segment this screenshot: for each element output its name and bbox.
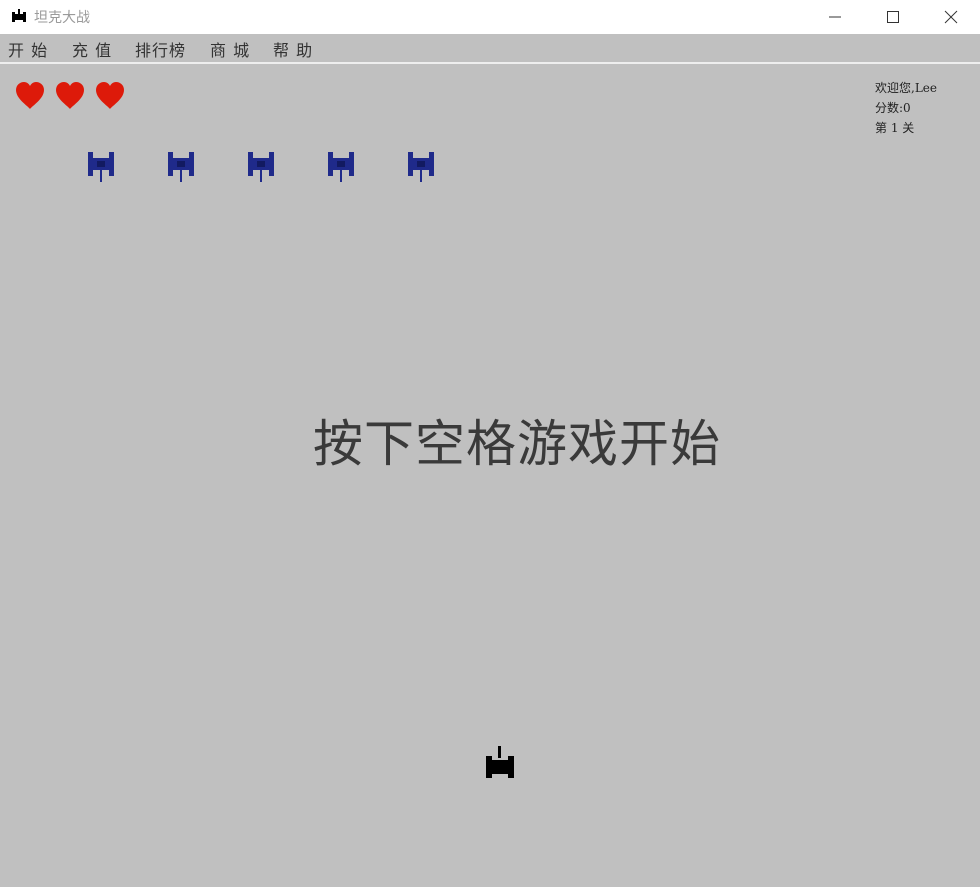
- minimize-button[interactable]: [806, 0, 864, 34]
- tank-icon: [12, 9, 26, 22]
- menu-leaderboard[interactable]: 排行榜: [135, 37, 186, 61]
- level-text: 第 1 关: [875, 121, 915, 135]
- enemy-tank-icon: [88, 152, 114, 182]
- title-bar: 坦克大战: [0, 0, 980, 34]
- heart-icon: [56, 82, 84, 109]
- score-text: 分数:0: [875, 101, 911, 115]
- heart-icon: [16, 82, 44, 109]
- welcome-text: 欢迎您,Lee: [875, 81, 937, 95]
- enemy-tank-icon: [328, 152, 354, 182]
- maximize-icon: [887, 11, 899, 23]
- menu-start[interactable]: 开 始: [8, 37, 48, 61]
- start-prompt: 按下空格游戏开始: [313, 415, 721, 473]
- close-icon: [944, 10, 958, 24]
- enemy-tank-icon: [408, 152, 434, 182]
- menu-help[interactable]: 帮 助: [273, 37, 313, 61]
- menu-store[interactable]: 商 城: [210, 37, 250, 61]
- enemy-tank-icon: [168, 152, 194, 182]
- minimize-icon: [829, 16, 841, 18]
- enemy-tank-icon: [248, 152, 274, 182]
- close-button[interactable]: [922, 0, 980, 34]
- menu-recharge[interactable]: 充 值: [72, 37, 112, 61]
- window-title: 坦克大战: [34, 10, 90, 26]
- player-tank-icon: [486, 746, 514, 778]
- menu-bar: 开 始 充 值 排行榜 商 城 帮 助: [0, 34, 980, 64]
- maximize-button[interactable]: [864, 0, 922, 34]
- heart-icon: [96, 82, 124, 109]
